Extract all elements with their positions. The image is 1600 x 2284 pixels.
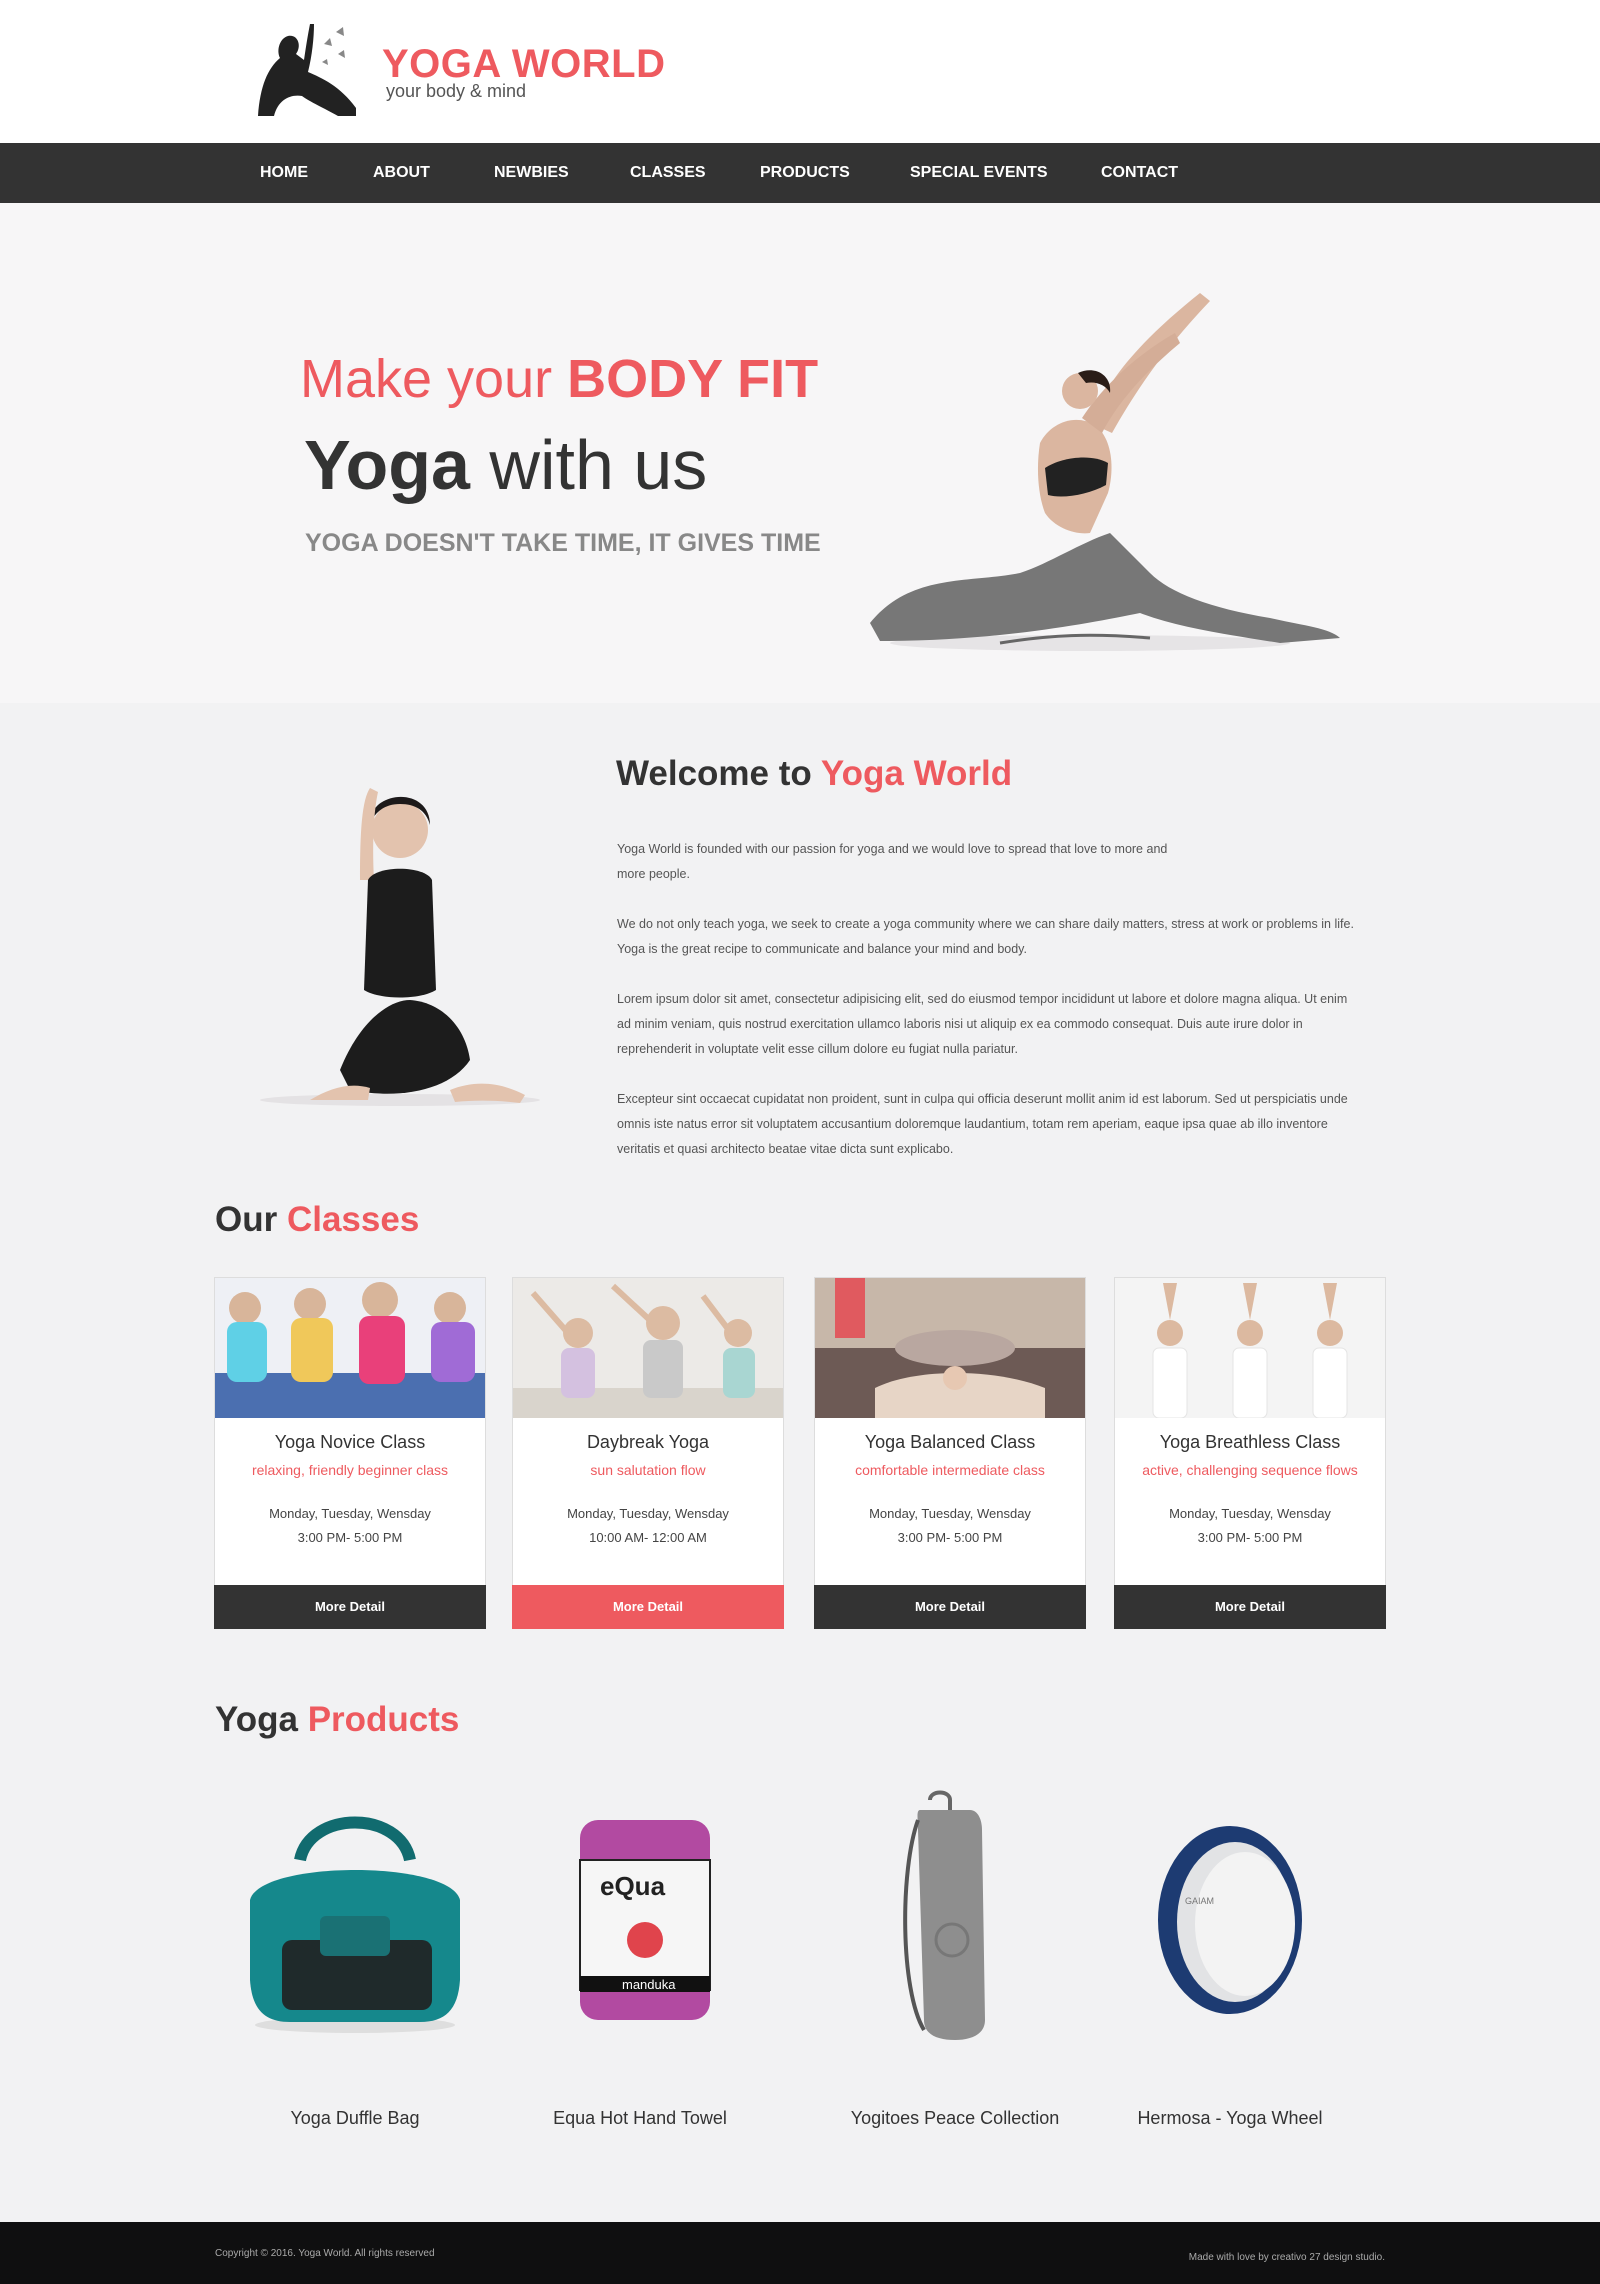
class-time: 3:00 PM- 5:00 PM [897, 1530, 1003, 1545]
nav-classes[interactable]: CLASSES [630, 143, 706, 203]
class-photo-image [215, 1278, 485, 1418]
products-title-accent: Products [307, 1700, 460, 1739]
nav-newbies[interactable]: NEWBIES [494, 143, 569, 203]
product-item[interactable]: eQua manduka [510, 1790, 780, 2080]
copyright-text: Copyright © 2016. Yoga World. All rights… [215, 2248, 435, 2259]
welcome-paragraph: Yoga World is founded with our passion f… [617, 842, 1168, 881]
nav-special-events[interactable]: SPECIAL EVENTS [910, 143, 1048, 203]
welcome-title-prefix: Welcome to [616, 754, 821, 793]
class-title: Daybreak Yoga [586, 1432, 710, 1452]
site-header: YOGA WORLD your body & mind [0, 0, 1600, 143]
welcome-paragraph: We do not only teach yoga, we seek to cr… [617, 917, 1354, 956]
class-time: 3:00 PM- 5:00 PM [297, 1530, 403, 1545]
product-item[interactable] [220, 1790, 490, 2080]
products-title-prefix: Yoga [215, 1700, 308, 1739]
more-detail-button[interactable]: More Detail [512, 1585, 784, 1629]
hero-headline-bold: BODY FIT [567, 349, 819, 409]
brand-tagline: your body & mind [386, 81, 527, 101]
hand-towel-image: eQua manduka [579, 1820, 711, 2020]
class-time: 10:00 AM- 12:00 AM [589, 1530, 707, 1545]
class-time: 3:00 PM- 5:00 PM [1197, 1530, 1303, 1545]
class-photo-image [815, 1278, 1085, 1418]
product-item[interactable] [820, 1790, 1090, 2080]
welcome-title-accent: Yoga World [820, 754, 1013, 793]
class-subtitle: comfortable intermediate class [855, 1462, 1045, 1478]
product-name[interactable]: Equa Hot Hand Towel [490, 2108, 790, 2129]
class-days: Monday, Tuesday, Wensday [567, 1506, 729, 1521]
class-subtitle: sun salutation flow [590, 1462, 706, 1478]
more-detail-button[interactable]: More Detail [1114, 1585, 1386, 1629]
towel-brand-label: eQua [600, 1871, 666, 1901]
product-name[interactable]: Hermosa - Yoga Wheel [1080, 2108, 1380, 2129]
class-subtitle: active, challenging sequence flows [1142, 1462, 1358, 1478]
hero-headline: Make your BODY FIT [300, 348, 818, 410]
products-section-title: Yoga Products [215, 1700, 459, 1740]
main-nav: HOME ABOUT NEWBIES CLASSES PRODUCTS SPEC… [0, 143, 1600, 203]
welcome-paragraph: Lorem ipsum dolor sit amet, consectetur … [617, 992, 1348, 1056]
more-detail-button[interactable]: More Detail [214, 1585, 486, 1629]
product-name[interactable]: Yogitoes Peace Collection [805, 2108, 1105, 2129]
towel-maker-label: manduka [622, 1977, 676, 1992]
welcome-title: Welcome to Yoga World [616, 754, 1012, 794]
classes-title-prefix: Our [215, 1200, 287, 1239]
hero-headline-prefix: Make your [300, 349, 568, 409]
yoga-wheel-image: GAIAM [1158, 1826, 1302, 2014]
class-title: Yoga Breathless Class [1159, 1432, 1341, 1452]
class-title: Yoga Balanced Class [864, 1432, 1036, 1452]
class-card: Yoga Breathless Class active, challengin… [1114, 1277, 1386, 1629]
hero-subheadline: Yoga with us [304, 425, 707, 505]
credit-link[interactable]: Made with love by creativo 27 design stu… [1189, 2252, 1385, 2263]
class-card: Daybreak Yoga sun salutation flow Monday… [512, 1277, 784, 1629]
nav-home[interactable]: HOME [260, 143, 308, 203]
mat-bag-image [903, 1790, 985, 2040]
class-card: Yoga Novice Class relaxing, friendly beg… [214, 1277, 486, 1629]
more-detail-button[interactable]: More Detail [814, 1585, 1086, 1629]
product-item[interactable]: GAIAM [1095, 1790, 1365, 2080]
hero-banner: Make your BODY FIT Yoga with us YOGA DOE… [0, 203, 1600, 703]
welcome-paragraph: Excepteur sint occaecat cupidatat non pr… [617, 1092, 1348, 1156]
hero-yoga-pose-image [870, 293, 1340, 651]
classes-section-title: Our Classes [215, 1200, 419, 1240]
welcome-yoga-pose-image [260, 788, 540, 1106]
class-days: Monday, Tuesday, Wensday [869, 1506, 1031, 1521]
product-name[interactable]: Yoga Duffle Bag [205, 2108, 505, 2129]
class-photo-image [513, 1278, 783, 1418]
hero-slogan: YOGA DOESN'T TAKE TIME, IT GIVES TIME [305, 529, 821, 557]
class-title: Yoga Novice Class [274, 1432, 426, 1452]
nav-products[interactable]: PRODUCTS [760, 143, 850, 203]
duffle-bag-image [250, 1816, 460, 2033]
hero-subheadline-rest: with us [469, 426, 708, 504]
site-footer: Copyright © 2016. Yoga World. All rights… [0, 2222, 1600, 2284]
class-subtitle: relaxing, friendly beginner class [251, 1462, 449, 1478]
yoga-pose-logo-icon[interactable] [250, 16, 362, 122]
wheel-brand-label: GAIAM [1185, 1896, 1214, 1906]
class-photo-image [1115, 1278, 1385, 1418]
classes-title-accent: Classes [286, 1200, 420, 1239]
class-card: Yoga Balanced Class comfortable intermed… [814, 1277, 1086, 1629]
class-days: Monday, Tuesday, Wensday [269, 1506, 431, 1521]
nav-about[interactable]: ABOUT [373, 143, 430, 203]
class-days: Monday, Tuesday, Wensday [1169, 1506, 1331, 1521]
hero-subheadline-bold: Yoga [304, 426, 470, 504]
nav-contact[interactable]: CONTACT [1101, 143, 1178, 203]
